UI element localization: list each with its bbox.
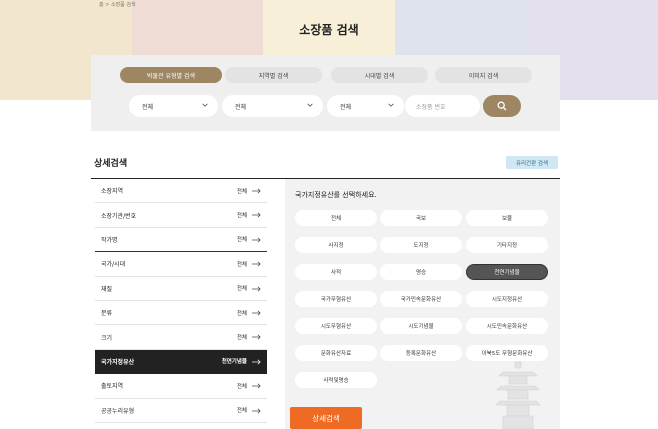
arrow-right-icon: [252, 237, 261, 243]
option-chip[interactable]: 기타지정: [466, 237, 548, 253]
filter-list: 소장지역 전체 소장기관/번호 전체 작가명 전체 국가/시대 전체 재질 전체 분류 전체 크기 전체 국…: [95, 179, 267, 423]
arrow-right-icon: [252, 310, 261, 316]
option-chip[interactable]: 등록문화유산: [380, 345, 462, 361]
page-title: 소장품 검색: [299, 23, 359, 37]
filter-label: 재질: [101, 285, 113, 293]
select-type[interactable]: 전체: [222, 95, 323, 117]
option-chip[interactable]: 시도기념물: [380, 318, 462, 334]
select-subtype[interactable]: 전체: [327, 95, 404, 117]
filter-value: 천연기념물: [221, 359, 247, 366]
filter-row[interactable]: 작가명 전체: [95, 228, 267, 253]
arrow-right-icon: [252, 359, 261, 365]
filter-value: 전체: [236, 237, 247, 244]
search-button[interactable]: [483, 95, 521, 117]
filter-row[interactable]: 국가지정유산 천연기념물: [95, 349, 267, 375]
filter-row[interactable]: 소장지역 전체: [95, 179, 267, 204]
tab-region[interactable]: 지역별 검색: [225, 67, 322, 83]
tab-period[interactable]: 시대별 검색: [331, 67, 428, 83]
option-chip[interactable]: 천연기념물: [466, 264, 548, 280]
option-chip[interactable]: 시도지정유산: [466, 291, 548, 307]
filter-label: 분류: [101, 310, 113, 318]
chevron-down-icon: [307, 103, 313, 107]
option-chip[interactable]: 사적및명승: [295, 372, 377, 388]
filter-label: 출토지역: [101, 383, 124, 391]
arrow-right-icon: [252, 188, 261, 194]
search-input[interactable]: 소장품 번호: [405, 95, 480, 117]
select-value: 전체: [340, 103, 352, 111]
select-museum[interactable]: 전체: [129, 95, 218, 117]
option-chip[interactable]: 명승: [380, 264, 462, 280]
filter-label: 소장기관/번호: [101, 212, 137, 220]
filter-row[interactable]: 공공누리유형 전체: [95, 399, 267, 423]
arrow-right-icon: [252, 286, 261, 292]
option-chip[interactable]: 시도무형유산: [295, 318, 377, 334]
filter-row[interactable]: 분류 전체: [95, 301, 267, 326]
breadcrumb[interactable]: 홈 > 소장품 검색: [99, 1, 136, 8]
filter-row[interactable]: 재질 전체: [95, 277, 267, 301]
search-panel: 박물관 유형별 검색 지역별 검색 시대별 검색 이미지 검색 전체 전체 전체…: [91, 55, 560, 131]
chevron-down-icon: [202, 103, 208, 107]
arrow-right-icon: [252, 261, 261, 267]
detail-search-title: 상세검색: [94, 159, 128, 169]
filter-value: 전체: [236, 383, 247, 390]
option-chip[interactable]: 문화유산자료: [295, 345, 377, 361]
select-value: 전체: [142, 103, 154, 111]
filter-value: 전체: [236, 408, 247, 415]
option-chip[interactable]: 시도민속문화유산: [466, 318, 548, 334]
arrow-right-icon: [252, 334, 261, 340]
filter-value: 전체: [236, 335, 247, 342]
select-value: 전체: [235, 103, 247, 111]
option-chip[interactable]: 국가무형유산: [295, 291, 377, 307]
pagoda-illustration-icon: [495, 361, 541, 429]
search-icon: [497, 101, 507, 111]
filter-value: 전체: [236, 310, 247, 317]
option-chip[interactable]: 보물: [466, 210, 548, 226]
glass-plate-search-button[interactable]: 유리건판 검색: [506, 156, 558, 169]
filter-value: 전체: [236, 286, 247, 293]
filter-value: 전체: [236, 261, 247, 268]
option-chip[interactable]: 국가민속문화유산: [380, 291, 462, 307]
filter-row[interactable]: 소장기관/번호 전체: [95, 203, 267, 228]
tab-image[interactable]: 이미지 검색: [435, 67, 532, 83]
option-chip[interactable]: 사지정: [295, 237, 377, 253]
option-chip[interactable]: 전체: [295, 210, 377, 226]
filter-row[interactable]: 크기 전체: [95, 325, 267, 350]
detail-search-submit-button[interactable]: 상세검색: [290, 407, 362, 429]
filter-label: 작가명: [101, 236, 118, 244]
option-chip[interactable]: 국보: [380, 210, 462, 226]
option-chip[interactable]: 사적: [295, 264, 377, 280]
option-chip[interactable]: 도지정: [380, 237, 462, 253]
arrow-right-icon: [252, 408, 261, 414]
filter-label: 크기: [101, 334, 113, 342]
chevron-down-icon: [388, 103, 394, 107]
filter-value: 전체: [236, 188, 247, 195]
filter-label: 공공누리유형: [101, 407, 135, 415]
options-prompt: 국가지정유산를 선택하세요.: [295, 191, 377, 199]
filter-label: 소장지역: [101, 188, 124, 196]
filter-row[interactable]: 출토지역 전체: [95, 374, 267, 399]
filter-label: 국가지정유산: [101, 358, 135, 366]
filter-value: 전체: [236, 213, 247, 220]
option-chip[interactable]: 이북5도 무형문화유산: [466, 345, 548, 361]
arrow-right-icon: [252, 212, 261, 218]
arrow-right-icon: [252, 383, 261, 389]
filter-label: 국가/시대: [101, 261, 126, 269]
tab-museum-type[interactable]: 박물관 유형별 검색: [120, 67, 222, 83]
filter-row[interactable]: 국가/시대 전체: [95, 252, 267, 277]
